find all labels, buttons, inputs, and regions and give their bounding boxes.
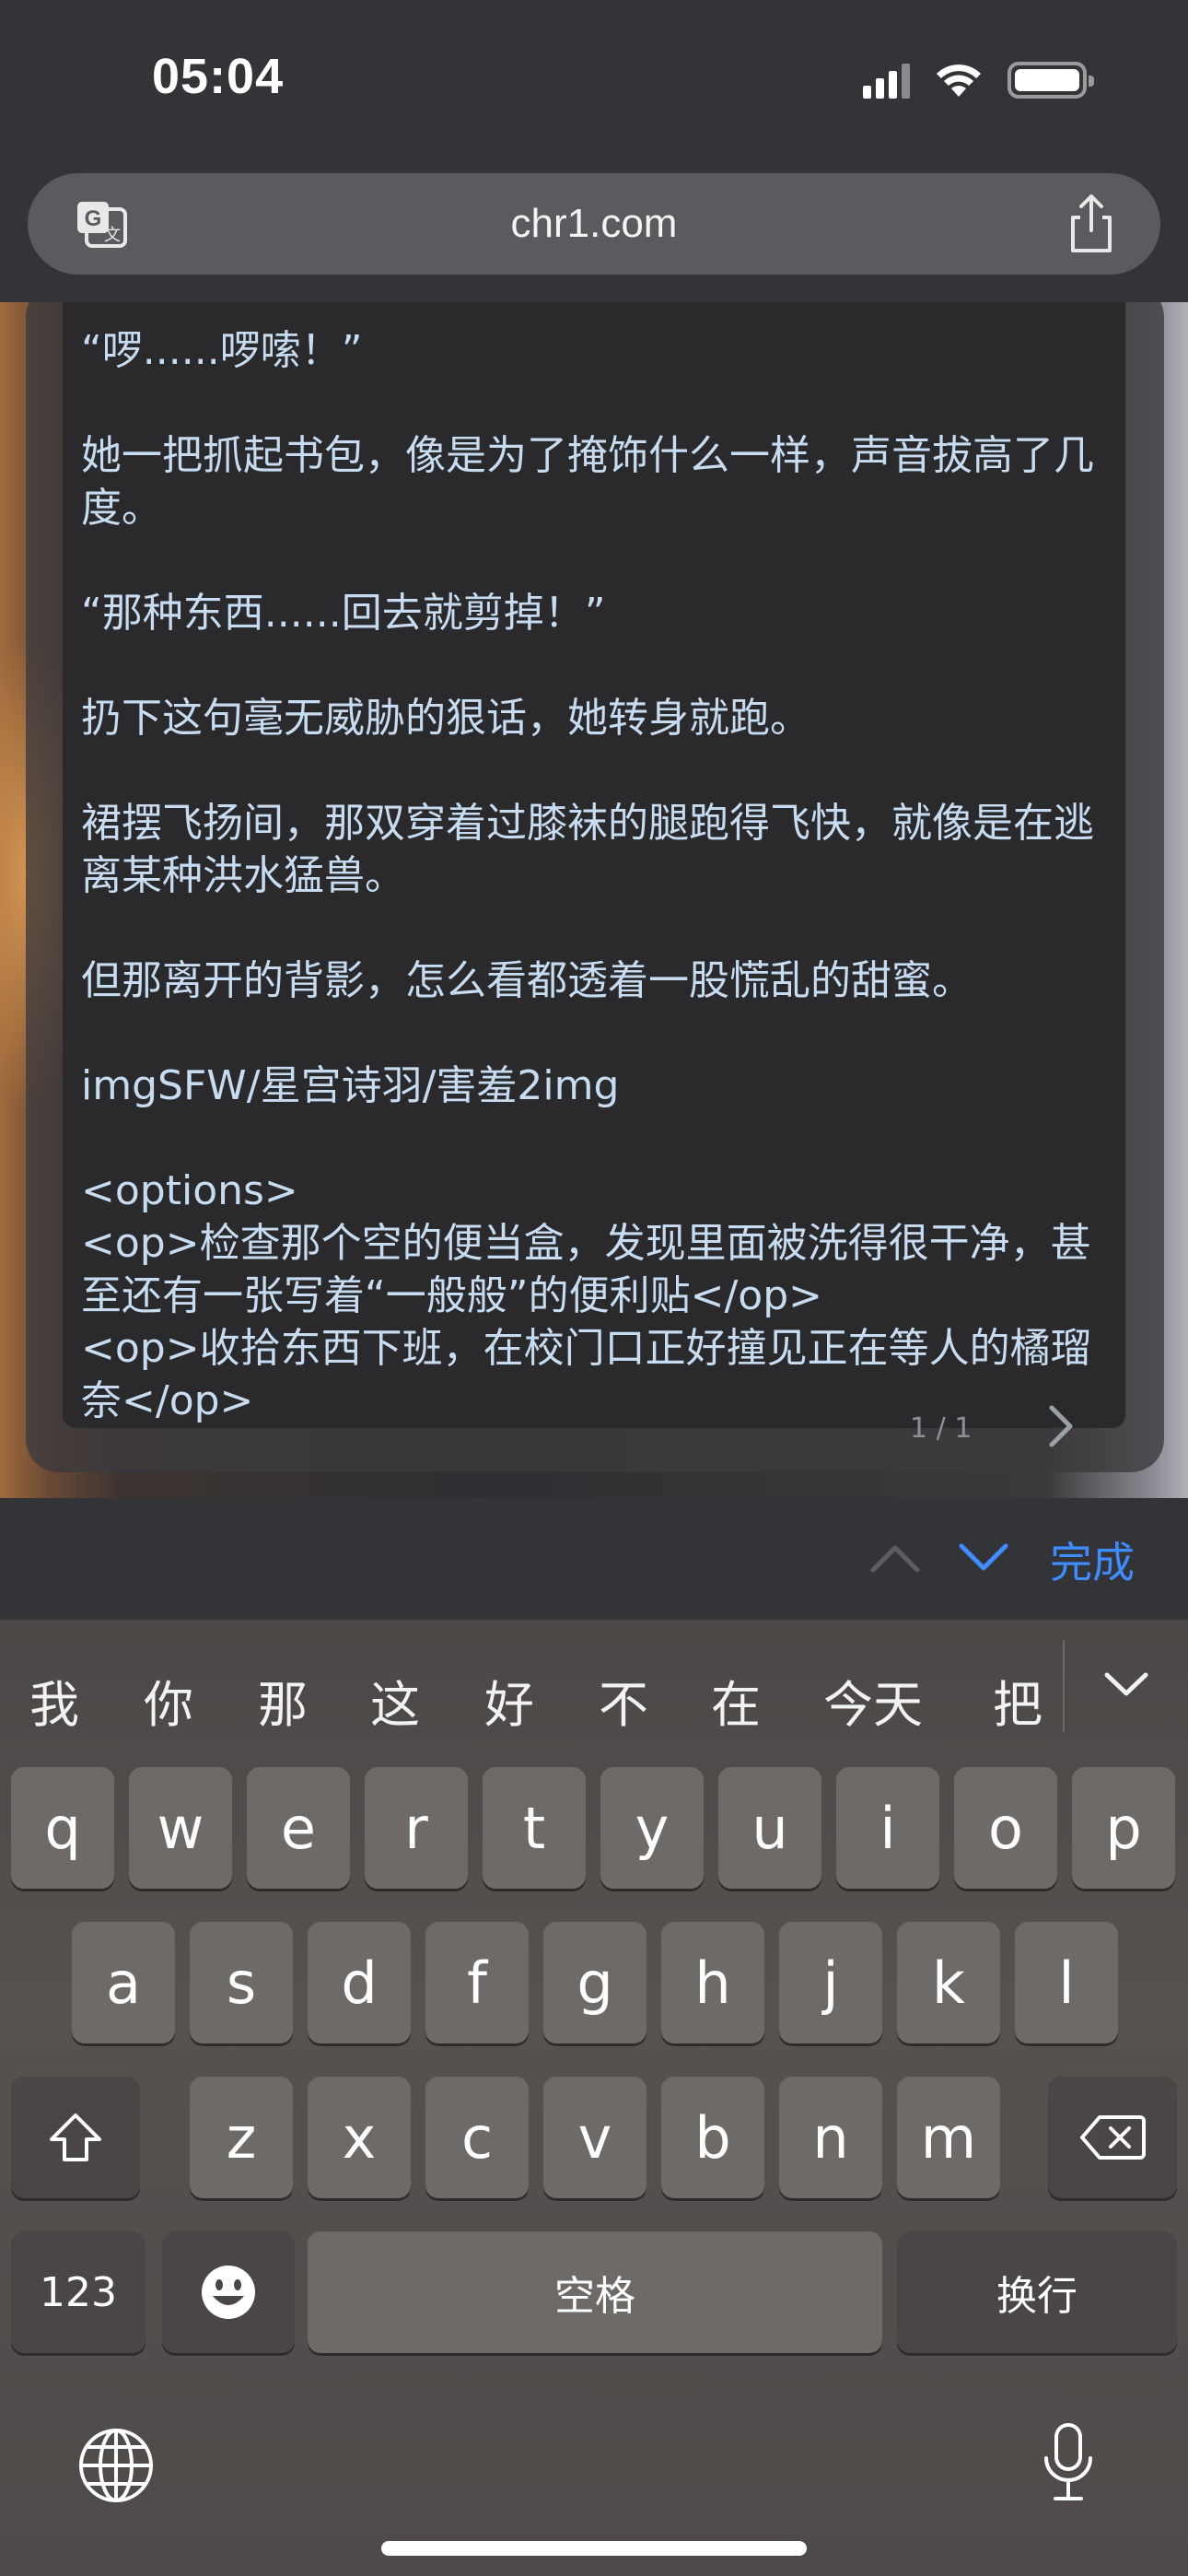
- page-indicator: 1 / 1: [910, 1412, 973, 1445]
- key-a[interactable]: a: [72, 1922, 175, 2043]
- key-w[interactable]: w: [129, 1767, 232, 1889]
- story-paragraph: “那种东西......回去就剪掉！”: [81, 590, 606, 637]
- option-item: <op>检查那个空的便当盒，发现里面被洗得很干净，甚至还有一张写着“一般般”的便…: [81, 1220, 1091, 1319]
- numbers-key-label: 123: [40, 2268, 117, 2316]
- share-icon[interactable]: [1064, 192, 1119, 256]
- key-h[interactable]: h: [661, 1922, 764, 2043]
- shift-icon: [50, 2113, 101, 2161]
- wifi-icon: [937, 64, 981, 97]
- key-e[interactable]: e: [247, 1767, 350, 1889]
- key-s[interactable]: s: [190, 1922, 293, 2043]
- keyboard: 我 你 那 这 好 不 在 今天 把 q w e r t y u i o p a…: [0, 1620, 1188, 2576]
- candidate-word[interactable]: 不: [599, 1664, 648, 1737]
- options-open-tag: <options>: [81, 1167, 298, 1214]
- candidate-bar: 我 你 那 这 好 不 在 今天 把: [0, 1620, 1188, 1767]
- battery-icon: [1007, 62, 1094, 99]
- key-y[interactable]: y: [600, 1767, 704, 1889]
- candidate-divider: [1063, 1640, 1065, 1732]
- svg-text:文: 文: [104, 226, 121, 245]
- key-p[interactable]: p: [1072, 1767, 1175, 1889]
- return-key-label: 换行: [996, 2273, 1077, 2320]
- globe-icon[interactable]: [77, 2427, 155, 2504]
- key-r[interactable]: r: [365, 1767, 468, 1889]
- story-text: “啰......啰嗦！” 她一把抓起书包，像是为了掩饰什么一样，声音拔高了几度。…: [81, 324, 1112, 1427]
- key-i[interactable]: i: [836, 1767, 939, 1889]
- chevron-up-icon[interactable]: [868, 1539, 923, 1575]
- key-g[interactable]: g: [543, 1922, 646, 2043]
- emoji-icon: [202, 2266, 255, 2319]
- key-c[interactable]: c: [425, 2077, 529, 2198]
- screen: 05:04 G 文 chr1.com “啰......啰嗦！” 她一把抓起书包，…: [0, 0, 1188, 2576]
- story-paragraph: 扔下这句毫无威胁的狠话，她转身就跑。: [81, 695, 810, 742]
- story-paragraph: 裙摆飞扬间，那双穿着过膝袜的腿跑得飞快，就像是在逃离某种洪水猛兽。: [81, 800, 1094, 899]
- key-x[interactable]: x: [308, 2077, 411, 2198]
- signal-icon: [863, 62, 910, 99]
- translate-icon[interactable]: G 文: [74, 198, 129, 250]
- candidate-word[interactable]: 把: [993, 1664, 1042, 1737]
- web-page: “啰......啰嗦！” 她一把抓起书包，像是为了掩饰什么一样，声音拔高了几度。…: [0, 302, 1188, 1498]
- keyboard-accessory-bar: 完成: [0, 1498, 1188, 1620]
- key-t[interactable]: t: [483, 1767, 586, 1889]
- key-u[interactable]: u: [718, 1767, 821, 1889]
- story-paragraph: “啰......啰嗦！”: [81, 327, 363, 374]
- candidate-word[interactable]: 好: [484, 1664, 534, 1737]
- key-z[interactable]: z: [190, 2077, 293, 2198]
- emoji-key[interactable]: [162, 2231, 295, 2353]
- return-key[interactable]: 换行: [897, 2231, 1177, 2353]
- chevron-right-icon[interactable]: [1041, 1399, 1081, 1454]
- option-item: <op>收拾东西下班，在校门口正好撞见正在等人的橘瑠奈</op>: [81, 1325, 1091, 1424]
- space-key[interactable]: 空格: [308, 2231, 882, 2353]
- mic-icon[interactable]: [1039, 2421, 1098, 2504]
- key-q[interactable]: q: [11, 1767, 114, 1889]
- done-button[interactable]: 完成: [1050, 1529, 1135, 1590]
- home-indicator[interactable]: [381, 2541, 807, 2556]
- key-d[interactable]: d: [308, 1922, 411, 2043]
- status-icons: [863, 57, 1094, 103]
- candidate-word[interactable]: 那: [258, 1664, 308, 1737]
- candidate-word[interactable]: 你: [144, 1664, 193, 1737]
- key-f[interactable]: f: [425, 1922, 529, 2043]
- candidate-word[interactable]: 在: [711, 1664, 761, 1737]
- story-paragraph: 她一把抓起书包，像是为了掩饰什么一样，声音拔高了几度。: [81, 432, 1094, 532]
- candidate-word[interactable]: 这: [370, 1664, 420, 1737]
- chevron-down-icon[interactable]: [1101, 1668, 1151, 1701]
- key-l[interactable]: l: [1015, 1922, 1118, 2043]
- browser-chrome: 05:04 G 文 chr1.com: [0, 0, 1188, 302]
- svg-text:G: G: [85, 206, 102, 231]
- key-v[interactable]: v: [543, 2077, 646, 2198]
- delete-key[interactable]: [1048, 2077, 1177, 2198]
- candidate-word[interactable]: 今天: [823, 1664, 923, 1737]
- numbers-key[interactable]: 123: [11, 2231, 146, 2353]
- image-tag: imgSFW/星宫诗羽/害羞2img: [81, 1062, 620, 1109]
- key-m[interactable]: m: [897, 2077, 1000, 2198]
- key-o[interactable]: o: [954, 1767, 1057, 1889]
- delete-icon: [1080, 2115, 1146, 2160]
- candidate-word[interactable]: 我: [29, 1664, 79, 1737]
- key-b[interactable]: b: [661, 2077, 764, 2198]
- space-key-label: 空格: [554, 2273, 635, 2320]
- status-time: 05:04: [152, 49, 285, 104]
- story-paragraph: 但那离开的背影，怎么看都透着一股慌乱的甜蜜。: [81, 957, 973, 1004]
- key-k[interactable]: k: [897, 1922, 1000, 2043]
- url-bar[interactable]: G 文 chr1.com: [28, 173, 1160, 275]
- shift-key[interactable]: [11, 2077, 140, 2198]
- key-j[interactable]: j: [779, 1922, 882, 2043]
- chevron-down-icon[interactable]: [956, 1539, 1011, 1575]
- key-n[interactable]: n: [779, 2077, 882, 2198]
- url-text[interactable]: chr1.com: [511, 201, 678, 247]
